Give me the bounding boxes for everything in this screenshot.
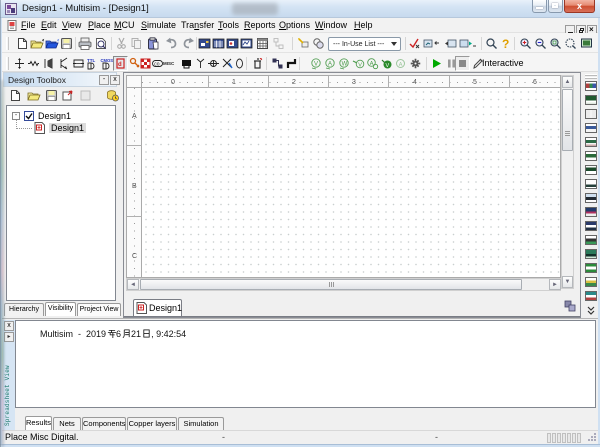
svg-text:A: A <box>399 62 403 68</box>
svg-text:co: co <box>154 62 160 68</box>
svg-text:W: W <box>342 61 348 67</box>
svg-text:TTL: TTL <box>87 58 95 63</box>
svg-text:?: ? <box>502 37 509 50</box>
svg-text:d: d <box>118 62 122 68</box>
svg-text:V: V <box>314 61 318 67</box>
svg-text:CMOS: CMOS <box>101 58 114 63</box>
svg-text:MISC: MISC <box>163 61 175 66</box>
svg-text:V: V <box>358 62 362 68</box>
svg-text:V: V <box>386 63 390 69</box>
svg-text:A: A <box>328 61 332 67</box>
